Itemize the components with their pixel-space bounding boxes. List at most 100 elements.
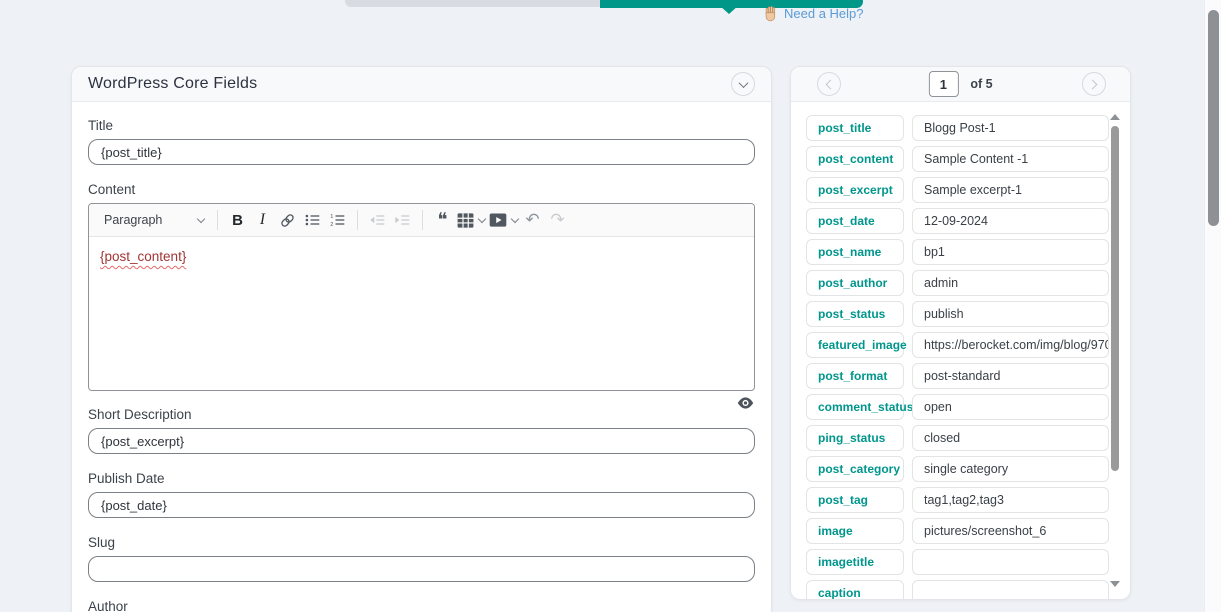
- field-value: tag1,tag2,tag3: [912, 487, 1109, 513]
- undo-button[interactable]: ↶: [520, 207, 545, 233]
- record-number-input[interactable]: [928, 71, 958, 97]
- field-value: [912, 549, 1109, 575]
- field-chip[interactable]: post_name: [806, 239, 904, 265]
- window-scrollbar-thumb[interactable]: [1208, 10, 1219, 226]
- left-panel-body: Title Content Paragraph B I: [72, 102, 771, 612]
- progress-pointer-icon: [719, 5, 739, 14]
- media-icon: [489, 213, 507, 227]
- publish-date-field-block: Publish Date: [88, 471, 755, 518]
- italic-icon: I: [260, 211, 265, 229]
- title-label: Title: [88, 118, 755, 133]
- field-chip[interactable]: post_excerpt: [806, 177, 904, 203]
- field-chip[interactable]: imagetitle: [806, 549, 904, 575]
- outdent-icon: [369, 212, 386, 228]
- field-chip[interactable]: image: [806, 518, 904, 544]
- chevron-left-icon: [826, 79, 836, 89]
- field-value: [912, 580, 1109, 600]
- bold-icon: B: [232, 212, 243, 229]
- field-value: bp1: [912, 239, 1109, 265]
- title-input[interactable]: [88, 139, 755, 165]
- field-mapping-row: post_format post-standard: [806, 363, 1109, 389]
- field-value: publish: [912, 301, 1109, 327]
- panel-title: WordPress Core Fields: [88, 75, 257, 93]
- blockquote-button[interactable]: ❝: [430, 207, 455, 233]
- content-label: Content: [88, 182, 755, 197]
- field-mapping-row: featured_image https://berocket.com/img/…: [806, 332, 1109, 358]
- next-record-button[interactable]: [1082, 72, 1106, 96]
- field-chip[interactable]: post_content: [806, 146, 904, 172]
- chevron-down-icon: [197, 215, 205, 223]
- chevron-right-icon: [1088, 79, 1098, 89]
- redo-icon: ↷: [550, 210, 564, 230]
- field-chip[interactable]: post_category: [806, 456, 904, 482]
- publish-date-label: Publish Date: [88, 471, 755, 486]
- media-button[interactable]: [487, 207, 520, 233]
- preview-toggle-button[interactable]: [737, 396, 754, 413]
- field-value: admin: [912, 270, 1109, 296]
- left-panel-header: WordPress Core Fields: [72, 67, 771, 102]
- record-count-label: of 5: [970, 77, 992, 91]
- field-value: Sample excerpt-1: [912, 177, 1109, 203]
- field-chip[interactable]: post_format: [806, 363, 904, 389]
- publish-date-input[interactable]: [88, 492, 755, 518]
- field-value: Sample Content -1: [912, 146, 1109, 172]
- field-mapping-row: post_tag tag1,tag2,tag3: [806, 487, 1109, 513]
- field-chip[interactable]: ping_status: [806, 425, 904, 451]
- field-chip[interactable]: post_title: [806, 115, 904, 141]
- window-scrollbar[interactable]: [1204, 0, 1221, 612]
- field-mapping-row: ping_status closed: [806, 425, 1109, 451]
- bullet-list-button[interactable]: [300, 207, 325, 233]
- field-value: closed: [912, 425, 1109, 451]
- need-help-link[interactable]: Need a Help?: [784, 6, 864, 21]
- svg-text:2: 2: [330, 222, 333, 228]
- editor-toolbar: Paragraph B I: [89, 204, 754, 237]
- panel-scrollbar[interactable]: [1110, 114, 1120, 587]
- content-editor-textarea[interactable]: {post_content}: [89, 237, 754, 390]
- field-value: https://berocket.com/img/blog/97001e: [912, 332, 1109, 358]
- slug-field-block: Slug: [88, 535, 755, 582]
- field-chip[interactable]: featured_image: [806, 332, 904, 358]
- indent-icon: [394, 212, 411, 228]
- import-data-preview-panel: of 5 post_title Blogg Post-1 post_conten…: [790, 66, 1131, 600]
- link-button[interactable]: [275, 207, 300, 233]
- italic-button[interactable]: I: [250, 207, 275, 233]
- scroll-down-icon[interactable]: [1110, 581, 1120, 587]
- toolbar-divider: [357, 210, 358, 230]
- outdent-button[interactable]: [365, 207, 390, 233]
- collapse-panel-button[interactable]: [731, 72, 755, 96]
- content-field-block: Content Paragraph B I: [88, 182, 755, 391]
- field-chip[interactable]: caption: [806, 580, 904, 600]
- field-mapping-row: caption: [806, 580, 1109, 600]
- chevron-down-icon: [478, 215, 486, 223]
- paragraph-style-dropdown[interactable]: Paragraph: [98, 213, 210, 227]
- field-chip[interactable]: post_tag: [806, 487, 904, 513]
- field-chip[interactable]: comment_status: [806, 394, 904, 420]
- table-button[interactable]: [455, 207, 487, 233]
- scroll-up-icon[interactable]: [1110, 114, 1120, 120]
- paragraph-dropdown-label: Paragraph: [104, 213, 162, 227]
- field-chip[interactable]: post_status: [806, 301, 904, 327]
- slug-input[interactable]: [88, 556, 755, 582]
- link-icon: [279, 212, 296, 229]
- field-chip[interactable]: post_author: [806, 270, 904, 296]
- panel-scrollbar-thumb[interactable]: [1111, 126, 1119, 471]
- field-mapping-row: post_excerpt Sample excerpt-1: [806, 177, 1109, 203]
- short-description-input[interactable]: [88, 428, 755, 454]
- numbered-list-button[interactable]: 1 2: [325, 207, 350, 233]
- field-mapping-row: post_author admin: [806, 270, 1109, 296]
- short-description-field-block: Short Description: [88, 407, 755, 454]
- toolbar-divider: [422, 210, 423, 230]
- field-mapping-row: post_category single category: [806, 456, 1109, 482]
- indent-button[interactable]: [390, 207, 415, 233]
- field-chip[interactable]: post_date: [806, 208, 904, 234]
- bold-button[interactable]: B: [225, 207, 250, 233]
- field-mapping-row: imagetitle: [806, 549, 1109, 575]
- slug-label: Slug: [88, 535, 755, 550]
- previous-record-button[interactable]: [817, 72, 841, 96]
- numbered-list-icon: 1 2: [329, 212, 346, 228]
- redo-button[interactable]: ↷: [545, 207, 570, 233]
- content-editor: Paragraph B I: [88, 203, 755, 391]
- field-mapping-list: post_title Blogg Post-1 post_content Sam…: [806, 115, 1109, 600]
- wordpress-core-fields-panel: WordPress Core Fields Title Content Para…: [71, 66, 772, 612]
- svg-text:1: 1: [330, 214, 333, 220]
